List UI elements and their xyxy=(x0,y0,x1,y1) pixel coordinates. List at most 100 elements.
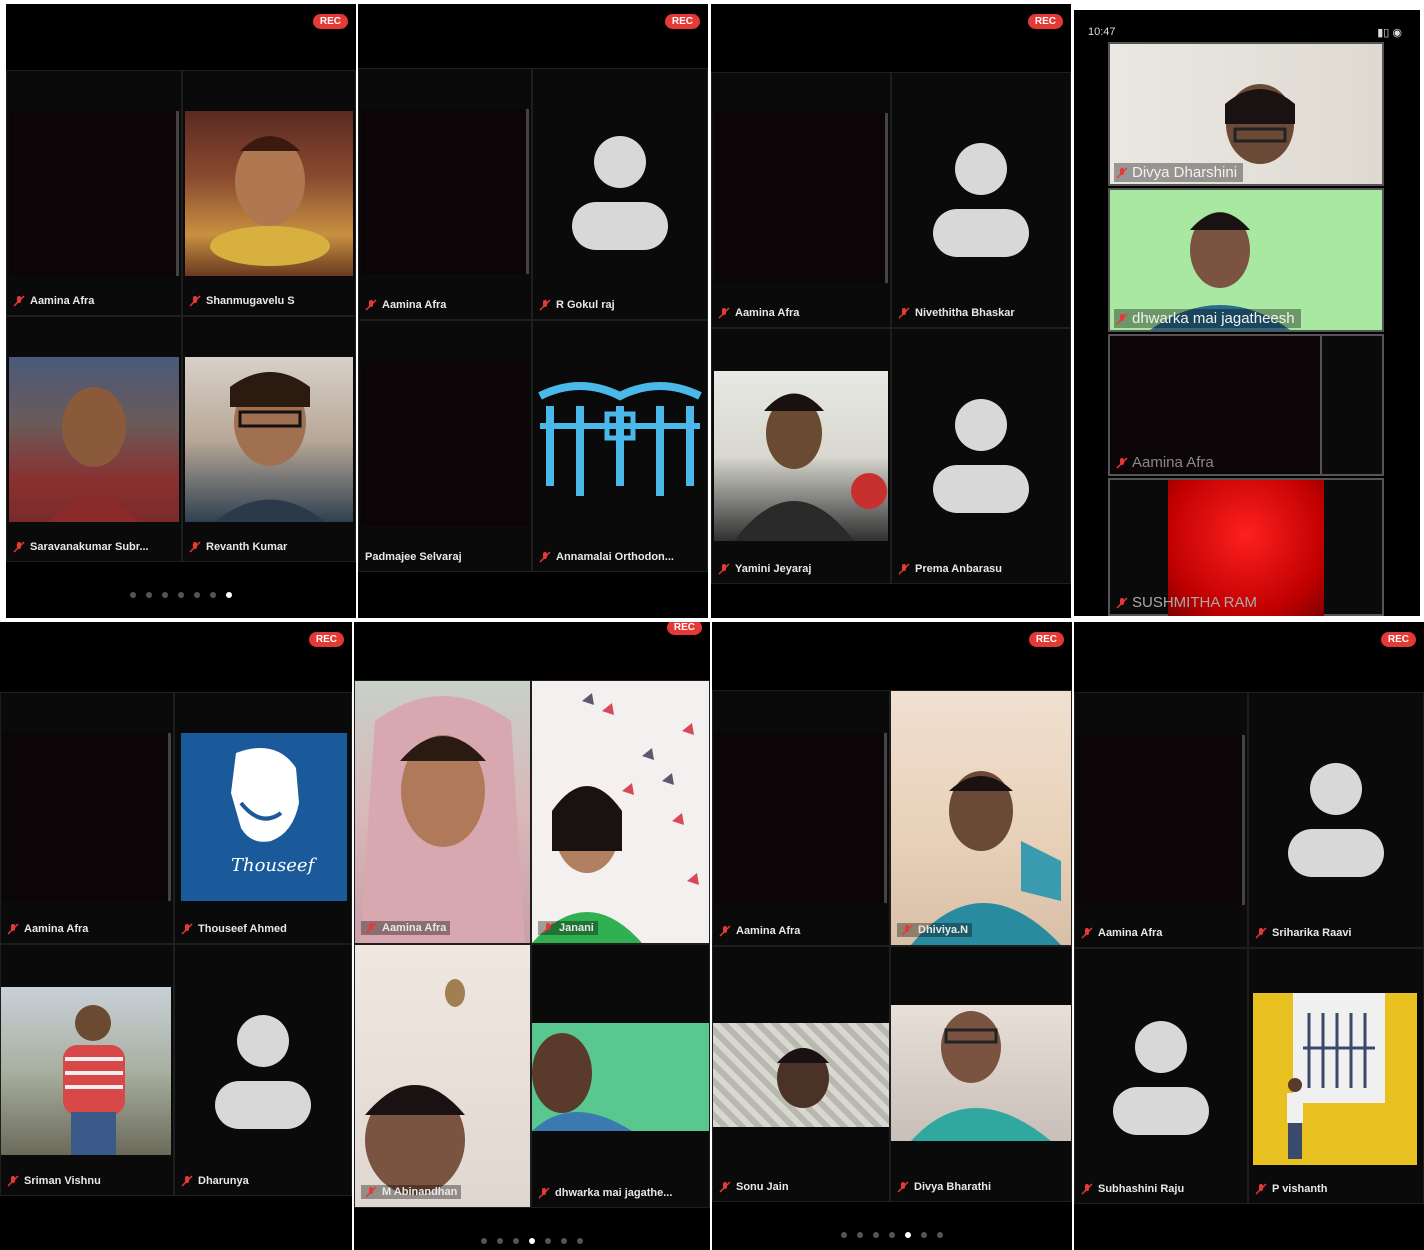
page-dot[interactable] xyxy=(481,1238,487,1244)
participant-tile[interactable]: Padmajee Selvaraj xyxy=(358,320,532,572)
participant-tile[interactable]: Dharunya xyxy=(174,944,352,1196)
participant-tile[interactable]: SUSHMITHA RAM xyxy=(1108,478,1384,616)
participant-tile[interactable]: Saravanakumar Subr... xyxy=(6,316,182,562)
participant-tile[interactable]: Aamina Afra xyxy=(354,680,531,944)
participant-tile[interactable]: Prema Anbarasu xyxy=(891,328,1071,584)
rec-badge: REC xyxy=(664,14,700,29)
participant-tile[interactable]: Janani xyxy=(531,680,710,944)
participant-name: Annamalai Orthodon... xyxy=(539,551,674,563)
participant-tile[interactable]: Annamalai Orthodon... xyxy=(532,320,708,572)
page-dot[interactable] xyxy=(937,1232,943,1238)
participant-tile[interactable]: P vishanth xyxy=(1248,948,1424,1204)
person-video-icon xyxy=(360,696,525,943)
participant-tile[interactable]: M Abinandhan xyxy=(354,944,531,1208)
participant-name: Aamina Afra xyxy=(13,295,94,307)
page-dot[interactable] xyxy=(921,1232,927,1238)
page-dot[interactable] xyxy=(857,1232,863,1238)
page-indicator[interactable] xyxy=(712,1232,1072,1238)
video-off-feed xyxy=(361,109,529,274)
participant-name: P vishanth xyxy=(1255,1183,1327,1195)
muted-mic-icon xyxy=(719,1181,731,1193)
participant-tile[interactable]: R Gokul raj xyxy=(532,68,708,320)
logo-signature: Thouseef xyxy=(231,855,315,876)
default-avatar-icon xyxy=(572,136,668,250)
page-dot[interactable] xyxy=(146,592,152,598)
participant-tile[interactable]: Nivethitha Bhaskar xyxy=(891,72,1071,328)
person-video-icon xyxy=(49,387,139,522)
page-dot[interactable] xyxy=(130,592,136,598)
rec-badge: REC xyxy=(1028,632,1064,647)
person-video-icon xyxy=(911,771,1061,945)
participant-tile[interactable]: Yamini Jeyaraj xyxy=(711,328,891,584)
page-dot[interactable] xyxy=(873,1232,879,1238)
muted-mic-icon xyxy=(1116,456,1128,469)
muted-mic-icon xyxy=(365,299,377,311)
participant-tile[interactable]: Thouseef Thouseef Ahmed xyxy=(174,692,352,944)
participant-tile[interactable]: Divya Bharathi xyxy=(890,946,1072,1202)
participant-name: Dhiviya.N xyxy=(897,923,973,937)
rec-badge: REC xyxy=(308,632,344,647)
participant-tile[interactable]: Aamina Afra xyxy=(711,72,891,328)
page-dot[interactable] xyxy=(889,1232,895,1238)
participant-tile[interactable]: Revanth Kumar xyxy=(182,316,356,562)
participant-name: M Abinandhan xyxy=(361,1185,462,1199)
page-dot[interactable] xyxy=(162,592,168,598)
participant-tile[interactable]: dhwarka mai jagatheesh xyxy=(1108,188,1384,332)
participant-tile[interactable]: Aamina Afra xyxy=(1108,334,1384,476)
meeting-screenshot-2: REC Aamina Afra R Gokul raj Padmajee Sel… xyxy=(358,4,708,618)
participant-name: Thouseef Ahmed xyxy=(181,923,287,935)
participant-tile[interactable]: Subhashini Raju xyxy=(1074,948,1248,1204)
avatar-art-image xyxy=(185,111,353,276)
person-video-icon xyxy=(532,1033,632,1131)
page-indicator[interactable] xyxy=(354,1238,710,1244)
page-dot-active[interactable] xyxy=(905,1232,911,1238)
participant-tile[interactable]: Aamina Afra xyxy=(358,68,532,320)
page-dot[interactable] xyxy=(513,1238,519,1244)
participant-tile[interactable]: Aamina Afra xyxy=(712,690,890,946)
page-indicator[interactable] xyxy=(6,592,356,598)
page-dot[interactable] xyxy=(210,592,216,598)
participant-tile[interactable]: Sriharika Raavi xyxy=(1248,692,1424,948)
muted-mic-icon xyxy=(542,922,554,934)
muted-mic-icon xyxy=(1116,166,1128,179)
participant-tile[interactable]: Shanmugavelu S xyxy=(182,70,356,316)
camera-feed xyxy=(532,1023,709,1131)
page-dot[interactable] xyxy=(497,1238,503,1244)
participant-tile[interactable]: Dhiviya.N xyxy=(890,690,1072,946)
page-dot-active[interactable] xyxy=(226,592,232,598)
participant-name: Janani xyxy=(538,921,598,935)
muted-mic-icon xyxy=(1255,1183,1267,1195)
participant-name: Sriman Vishnu xyxy=(7,1175,101,1187)
participant-tile[interactable]: Divya Dharshini xyxy=(1108,42,1384,186)
participant-name: SUSHMITHA RAM xyxy=(1114,593,1263,612)
meeting-screenshot-4: 10:47 ▮▯ ◉ Divya Dharshini dhwarka mai j… xyxy=(1074,10,1420,616)
page-dot[interactable] xyxy=(545,1238,551,1244)
video-off-feed xyxy=(9,111,179,276)
page-dot[interactable] xyxy=(194,592,200,598)
page-dot[interactable] xyxy=(178,592,184,598)
muted-mic-icon xyxy=(898,307,910,319)
dental-braces-logo xyxy=(538,382,702,496)
participant-name: Dharunya xyxy=(181,1175,249,1187)
muted-mic-icon xyxy=(901,924,913,936)
participant-tile[interactable]: Aamina Afra xyxy=(0,692,174,944)
page-dot[interactable] xyxy=(841,1232,847,1238)
muted-mic-icon xyxy=(7,923,19,935)
participant-tile[interactable]: Sriman Vishnu xyxy=(0,944,174,1196)
participant-tile[interactable]: Aamina Afra xyxy=(6,70,182,316)
muted-mic-icon xyxy=(539,299,551,311)
muted-mic-icon xyxy=(365,922,377,934)
muted-mic-icon xyxy=(13,295,25,307)
participant-name: Padmajee Selvaraj xyxy=(365,551,462,563)
page-dot[interactable] xyxy=(561,1238,567,1244)
participant-tile[interactable]: Aamina Afra xyxy=(1074,692,1248,948)
participant-tile[interactable]: dhwarka mai jagathe... xyxy=(531,944,710,1208)
muted-mic-icon xyxy=(1081,1183,1093,1195)
default-avatar-icon xyxy=(933,143,1029,257)
participant-name: Sriharika Raavi xyxy=(1255,927,1352,939)
rec-badge: REC xyxy=(1027,14,1063,29)
participant-tile[interactable]: Sonu Jain xyxy=(712,946,890,1202)
video-off-feed xyxy=(1077,735,1245,905)
page-dot[interactable] xyxy=(577,1238,583,1244)
page-dot-active[interactable] xyxy=(529,1238,535,1244)
